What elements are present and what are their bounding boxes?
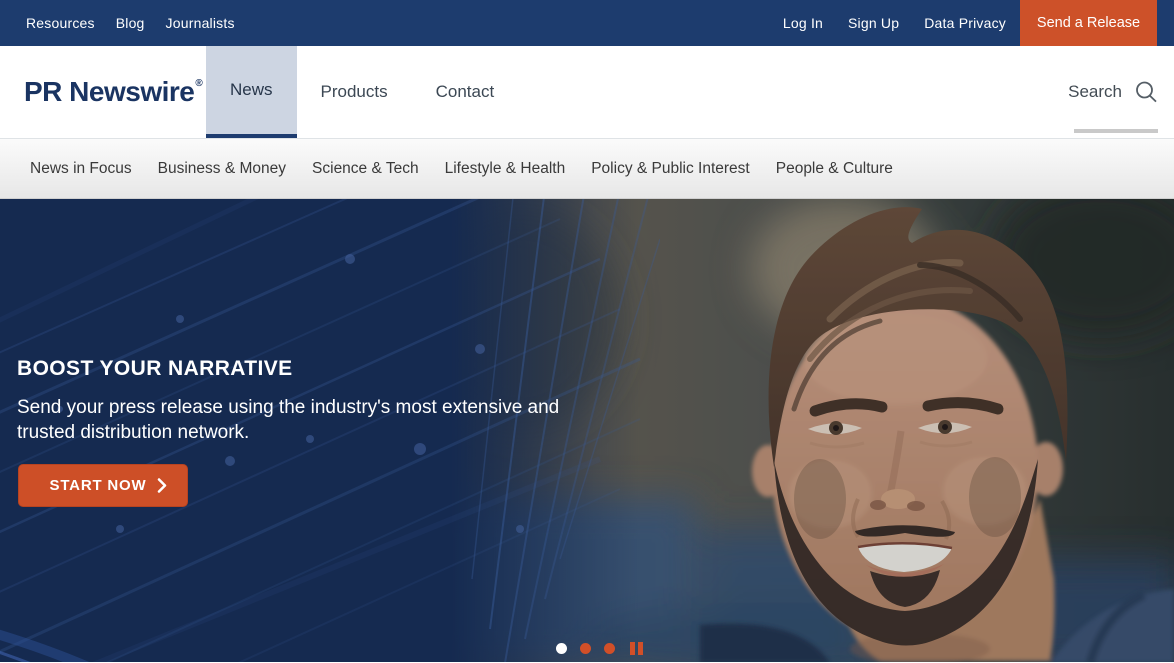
send-a-release-button[interactable]: Send a Release: [1020, 0, 1157, 46]
topbar-right-links: Log In Sign Up Data Privacy: [783, 15, 1006, 31]
start-now-label: START NOW: [39, 477, 157, 494]
logo-text: PR Newswire: [24, 76, 194, 108]
topbar-link-login[interactable]: Log In: [783, 15, 823, 31]
topbar-link-blog[interactable]: Blog: [116, 15, 145, 31]
topbar-left-links: Resources Blog Journalists: [0, 15, 235, 31]
search-label: Search: [1068, 82, 1122, 102]
hero-subtitle-line2: trusted distribution network.: [17, 420, 559, 445]
search-input-underline: [1074, 129, 1158, 133]
topbar-link-resources[interactable]: Resources: [26, 15, 95, 31]
search-icon[interactable]: [1134, 80, 1158, 104]
carousel-pause-icon[interactable]: [630, 642, 643, 655]
registered-mark: ®: [195, 78, 202, 89]
tab-products[interactable]: Products: [297, 46, 412, 138]
start-now-button[interactable]: START NOW: [18, 464, 188, 507]
topbar-link-journalists[interactable]: Journalists: [166, 15, 235, 31]
subnav-news-in-focus[interactable]: News in Focus: [30, 160, 132, 178]
news-category-nav: News in Focus Business & Money Science &…: [0, 139, 1174, 199]
hero-subtitle: Send your press release using the indust…: [17, 395, 559, 445]
tab-news[interactable]: News: [206, 46, 297, 138]
hero-carousel-banner: BOOST YOUR NARRATIVE Send your press rel…: [0, 199, 1174, 662]
chevron-right-icon: [157, 478, 167, 493]
search-control[interactable]: Search: [1068, 46, 1158, 138]
carousel-dot-2[interactable]: [580, 643, 591, 654]
main-header: PR Newswire® News Products Contact Searc…: [0, 46, 1174, 139]
carousel-dot-3[interactable]: [604, 643, 615, 654]
hero-title: BOOST YOUR NARRATIVE: [17, 357, 293, 381]
subnav-people-culture[interactable]: People & Culture: [776, 160, 893, 178]
subnav-science-tech[interactable]: Science & Tech: [312, 160, 419, 178]
top-utility-bar: Resources Blog Journalists Log In Sign U…: [0, 0, 1174, 46]
topbar-link-signup[interactable]: Sign Up: [848, 15, 899, 31]
subnav-policy-public-interest[interactable]: Policy & Public Interest: [591, 160, 750, 178]
subnav-business-money[interactable]: Business & Money: [158, 160, 286, 178]
tab-contact[interactable]: Contact: [412, 46, 519, 138]
primary-nav: News Products Contact: [206, 46, 518, 138]
carousel-controls: [556, 642, 643, 655]
hero-subtitle-line1: Send your press release using the indust…: [17, 395, 559, 420]
carousel-dot-1[interactable]: [556, 643, 567, 654]
topbar-link-data-privacy[interactable]: Data Privacy: [924, 15, 1006, 31]
subnav-lifestyle-health[interactable]: Lifestyle & Health: [445, 160, 566, 178]
pr-newswire-logo[interactable]: PR Newswire®: [24, 46, 202, 138]
